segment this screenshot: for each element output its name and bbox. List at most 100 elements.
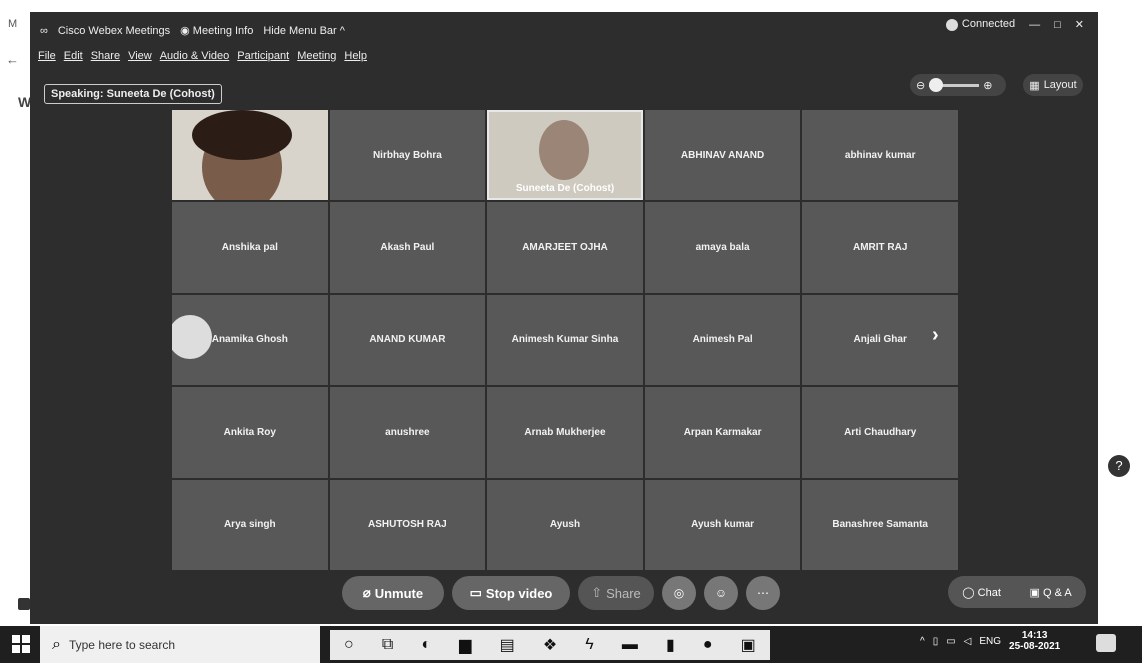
cortana-icon[interactable]: ○ — [344, 636, 354, 654]
document-app-icon[interactable]: ▮ — [666, 635, 675, 655]
participants-button[interactable]: ☺ — [704, 576, 738, 610]
participant-name: Arnab Mukherjee — [524, 426, 606, 438]
tray-chevron-icon[interactable]: ^ — [920, 636, 925, 647]
minimize-button[interactable]: — — [1029, 19, 1040, 31]
participant-name: Animesh Kumar Sinha — [511, 334, 619, 346]
participant-tile[interactable]: Anshika pal — [172, 202, 328, 293]
help-icon[interactable]: ? — [1108, 455, 1130, 477]
participant-tile[interactable]: amaya bala — [644, 202, 801, 293]
back-arrow-icon[interactable]: ← — [6, 52, 19, 67]
qa-icon: ▣ — [1029, 586, 1040, 599]
close-button[interactable]: ✕ — [1075, 18, 1084, 31]
taskbar-search[interactable]: ⌕ Type here to search — [40, 626, 320, 663]
qa-label: Q & A — [1042, 586, 1072, 599]
menu-view[interactable]: View — [128, 50, 152, 62]
participant-tile[interactable]: AMARJEET OJHA — [487, 202, 643, 293]
participant-name: Animesh Pal — [692, 334, 753, 346]
layout-button[interactable]: ▦ Layout — [1023, 74, 1083, 96]
participant-tile[interactable]: Animesh Kumar Sinha — [487, 294, 643, 386]
connection-status[interactable]: Connected — [945, 18, 1015, 31]
participant-tile[interactable]: Nirbhay Bohra — [329, 110, 486, 201]
status-dot-icon — [945, 18, 958, 31]
participant-tile[interactable]: anushree — [329, 387, 486, 478]
maximize-button[interactable]: □ — [1054, 19, 1061, 31]
next-page-chevron-icon[interactable]: › — [932, 324, 939, 347]
participant-tile[interactable]: AMRIT RAJ — [802, 202, 958, 293]
participant-name: Ayush kumar — [691, 519, 755, 531]
participant-tile[interactable]: Arnab Mukherjee — [487, 387, 643, 478]
participant-tile[interactable]: Arpan Karmakar — [644, 387, 801, 478]
participant-tile[interactable]: Banashree Samanta — [802, 479, 958, 570]
stop-video-button[interactable]: ▭ Stop video — [452, 576, 570, 610]
app-title: Cisco Webex Meetings — [57, 24, 171, 37]
more-options-button[interactable]: ⋯ — [746, 576, 780, 610]
participant-tile[interactable]: Ankita Roy — [172, 387, 328, 478]
menu-file[interactable]: File — [38, 50, 56, 62]
store-icon[interactable]: ▤ — [500, 635, 515, 655]
chrome-icon[interactable]: ● — [703, 636, 713, 654]
participant-name: Arpan Karmakar — [683, 426, 762, 438]
avatar — [172, 314, 212, 359]
record-button[interactable]: ◎ — [662, 576, 696, 610]
mail-icon[interactable]: ▬ — [622, 636, 638, 654]
menu-meeting[interactable]: Meeting — [297, 50, 336, 62]
participant-tile[interactable]: Arya singh — [172, 479, 328, 570]
chat-label: Chat — [977, 586, 1001, 599]
participant-name: Anjali Ghar — [853, 334, 907, 346]
zoom-out-icon[interactable]: ⊖ — [916, 79, 925, 92]
unmute-label: Unmute — [374, 585, 424, 601]
layout-grid-icon: ▦ — [1029, 79, 1040, 92]
dropbox-icon[interactable]: ❖ — [543, 635, 557, 655]
menu-edit[interactable]: Edit — [64, 50, 83, 62]
menu-participant[interactable]: Participant — [237, 50, 289, 62]
file-explorer-icon[interactable]: ▆ — [459, 635, 471, 655]
network-icon[interactable]: ▭ — [946, 636, 955, 647]
menu-share[interactable]: Share — [91, 50, 120, 62]
participant-video-tile-active-speaker[interactable]: Suneeta De (Cohost) — [487, 110, 643, 201]
participant-tile[interactable]: Ayush kumar — [644, 479, 801, 570]
participant-tile[interactable]: Arti Chaudhary — [802, 387, 958, 478]
zoom-slider[interactable] — [929, 77, 980, 92]
meeting-info-label: Meeting Info — [192, 25, 254, 37]
chat-button[interactable]: ◯ Chat — [962, 586, 1001, 599]
participant-tile[interactable]: Ayush — [487, 479, 643, 570]
menu-help[interactable]: Help — [344, 50, 367, 62]
windows-start-icon[interactable] — [12, 635, 30, 653]
app-corner-icon — [18, 598, 30, 610]
participant-tile[interactable]: Akash Paul — [329, 202, 486, 293]
participant-name: AMARJEET OJHA — [522, 242, 608, 254]
zoom-slider-knob[interactable] — [929, 77, 944, 92]
edge-browser-icon[interactable]: ◐ — [421, 636, 431, 654]
notifications-icon[interactable] — [1096, 634, 1116, 652]
language-indicator[interactable]: ENG — [979, 636, 1001, 647]
participant-name: ABHINAV ANAND — [680, 149, 765, 161]
participant-tile[interactable]: abhinav kumar — [802, 110, 958, 201]
chat-icon: ◯ — [962, 586, 975, 599]
task-view-icon[interactable]: ⧉ — [382, 636, 393, 654]
lightning-app-icon[interactable]: ϟ — [585, 636, 593, 654]
edge-m-label: M — [8, 18, 18, 30]
participant-tile[interactable]: Animesh Pal — [644, 294, 801, 386]
titlebar: ∞ Cisco Webex Meetings ◉ Meeting Info Hi… — [30, 12, 1098, 48]
participant-name: Arti Chaudhary — [844, 426, 917, 438]
participant-hair — [192, 110, 292, 160]
meeting-info-button[interactable]: ◉ Meeting Info — [180, 24, 253, 37]
qa-button[interactable]: ▣ Q & A — [1029, 586, 1071, 599]
participant-tile[interactable]: ANAND KUMAR — [329, 294, 486, 386]
participant-tile[interactable]: Anamika Ghosh — [172, 294, 328, 386]
zoom-in-icon[interactable]: ⊕ — [983, 79, 992, 92]
unmute-button[interactable]: ⌀ Unmute — [342, 576, 444, 610]
menu-audio-video[interactable]: Audio & Video — [160, 50, 230, 62]
clock[interactable]: 14:13 25-08-2021 — [1009, 630, 1060, 652]
share-button[interactable]: ⇧ Share — [578, 576, 654, 610]
participant-tile[interactable]: ABHINAV ANAND — [644, 110, 801, 201]
battery-icon[interactable]: ▯ — [933, 636, 939, 647]
participants-icon: ☺ — [714, 586, 728, 600]
hide-menu-bar-button[interactable]: Hide Menu Bar ^ — [263, 25, 345, 37]
participant-video-tile[interactable] — [172, 110, 328, 201]
volume-icon[interactable]: ◁ — [964, 636, 972, 647]
participant-tile[interactable]: ASHUTOSH RAJ — [329, 479, 486, 570]
webex-taskbar-icon[interactable]: ▣ — [741, 635, 756, 655]
stop-video-label: Stop video — [485, 585, 553, 601]
zoom-control[interactable]: ⊖ ⊕ — [910, 74, 1006, 96]
